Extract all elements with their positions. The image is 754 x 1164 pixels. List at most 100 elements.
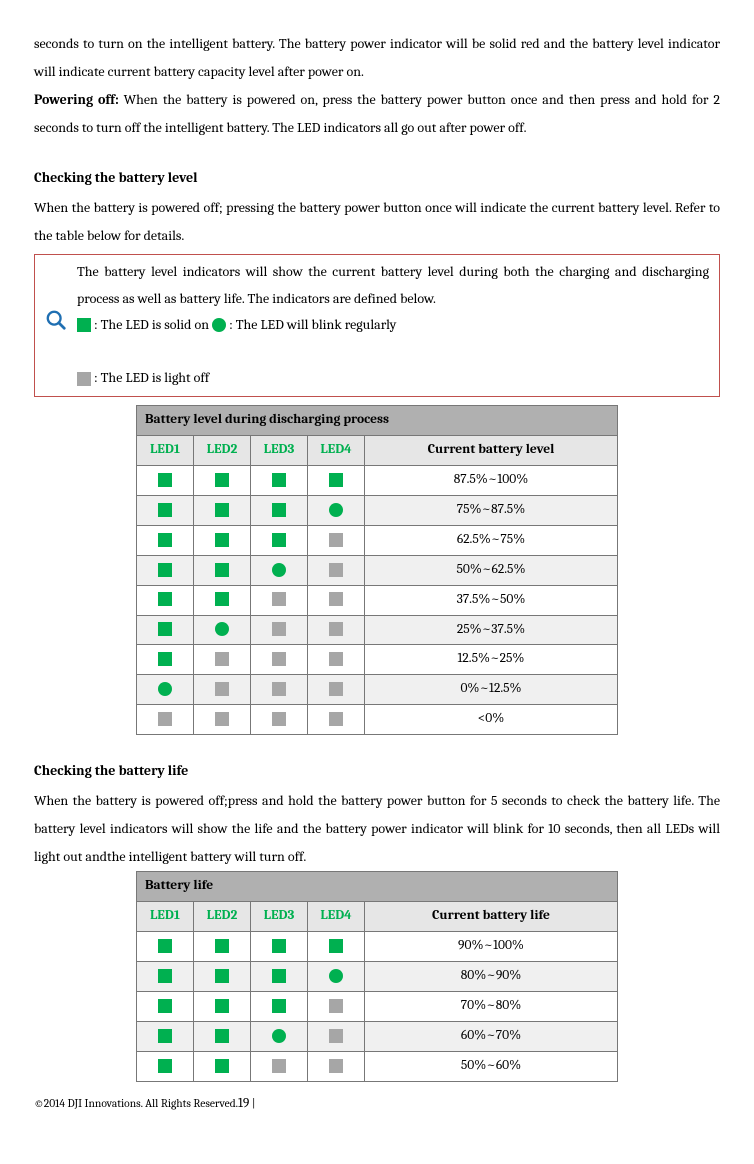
- led-cell: [137, 555, 194, 585]
- led-off-icon: [158, 712, 172, 726]
- led-off-icon: [329, 622, 343, 636]
- led-cell: [308, 615, 365, 645]
- led-cell: [308, 555, 365, 585]
- powering-off-label: Powering off:: [34, 91, 119, 108]
- led-off-icon: [272, 652, 286, 666]
- led-blink-icon: [215, 622, 229, 636]
- indicator-definition-text: The battery level indicators will show t…: [77, 259, 709, 392]
- table-row: 60%~70%: [137, 1021, 618, 1051]
- led-off-icon: [272, 622, 286, 636]
- led-blink-text: : The LED will blink regularly: [229, 312, 396, 339]
- led-cell: [308, 1051, 365, 1081]
- table-row: 75%~87.5%: [137, 495, 618, 525]
- section-checking-life-body: When the battery is powered off;press an…: [34, 787, 720, 871]
- led-solid-icon: [272, 969, 286, 983]
- led-off-icon: [272, 592, 286, 606]
- table-row: 87.5%~100%: [137, 465, 618, 495]
- led-cell: [251, 555, 308, 585]
- led-solid-icon: [158, 1059, 172, 1073]
- magnifier-icon: [45, 309, 67, 341]
- led-solid-icon: [158, 563, 172, 577]
- led-cell: [251, 1051, 308, 1081]
- table2-h-led3: LED3: [251, 902, 308, 932]
- footer-page: 19: [238, 1096, 249, 1111]
- level-cell: 0%~12.5%: [365, 675, 618, 705]
- led-blink-icon: [158, 682, 172, 696]
- level-cell: 90%~100%: [365, 932, 618, 962]
- led-off-icon: [329, 533, 343, 547]
- led-cell: [251, 585, 308, 615]
- led-solid-icon: [215, 533, 229, 547]
- table-row: 12.5%~25%: [137, 645, 618, 675]
- led-cell: [137, 992, 194, 1022]
- table1-h-led2: LED2: [194, 435, 251, 465]
- level-cell: 12.5%~25%: [365, 645, 618, 675]
- led-cell: [137, 645, 194, 675]
- led-cell: [251, 645, 308, 675]
- led-cell: [137, 1051, 194, 1081]
- led-cell: [194, 992, 251, 1022]
- table1-h-led1: LED1: [137, 435, 194, 465]
- table-row: 70%~80%: [137, 992, 618, 1022]
- footer-sep: |: [249, 1097, 255, 1110]
- led-off-icon: [329, 999, 343, 1013]
- led-solid-icon: [158, 1029, 172, 1043]
- led-cell: [251, 992, 308, 1022]
- level-cell: 80%~90%: [365, 962, 618, 992]
- led-cell: [194, 645, 251, 675]
- led-cell: [251, 675, 308, 705]
- section-checking-level-title: Checking the battery level: [34, 164, 720, 192]
- led-blink-icon: [212, 318, 226, 332]
- table-row: 62.5%~75%: [137, 525, 618, 555]
- level-cell: 75%~87.5%: [365, 495, 618, 525]
- led-cell: [308, 525, 365, 555]
- led-cell: [251, 1021, 308, 1051]
- table-row: 50%~60%: [137, 1051, 618, 1081]
- led-cell: [251, 962, 308, 992]
- table-row: 25%~37.5%: [137, 615, 618, 645]
- led-cell: [137, 525, 194, 555]
- led-off-icon: [329, 682, 343, 696]
- led-cell: [194, 1021, 251, 1051]
- led-cell: [194, 932, 251, 962]
- led-blink-icon: [272, 563, 286, 577]
- led-solid-text: : The LED is solid on: [94, 312, 209, 339]
- led-cell: [251, 465, 308, 495]
- led-cell: [251, 615, 308, 645]
- led-solid-icon: [215, 503, 229, 517]
- table1-h-led4: LED4: [308, 435, 365, 465]
- table-row: <0%: [137, 705, 618, 735]
- led-cell: [194, 525, 251, 555]
- led-off-text: : The LED is light off: [94, 365, 209, 392]
- led-cell: [137, 932, 194, 962]
- led-cell: [137, 465, 194, 495]
- level-cell: <0%: [365, 705, 618, 735]
- table1-h-led3: LED3: [251, 435, 308, 465]
- led-solid-icon: [158, 652, 172, 666]
- battery-life-table: Battery life LED1 LED2 LED3 LED4 Current…: [136, 871, 618, 1082]
- table2-h-led2: LED2: [194, 902, 251, 932]
- table2-h-level: Current battery life: [365, 902, 618, 932]
- led-blink-icon: [329, 969, 343, 983]
- level-cell: 62.5%~75%: [365, 525, 618, 555]
- table2-h-led1: LED1: [137, 902, 194, 932]
- led-solid-icon: [158, 473, 172, 487]
- table1-title: Battery level during discharging process: [137, 405, 618, 435]
- led-cell: [251, 932, 308, 962]
- table-row: 80%~90%: [137, 962, 618, 992]
- level-cell: 50%~62.5%: [365, 555, 618, 585]
- intro-paragraph-1: seconds to turn on the intelligent batte…: [34, 30, 720, 86]
- led-cell: [194, 705, 251, 735]
- led-solid-icon: [215, 473, 229, 487]
- level-cell: 70%~80%: [365, 992, 618, 1022]
- led-cell: [194, 675, 251, 705]
- indicator-definition-box: The battery level indicators will show t…: [34, 254, 720, 397]
- led-solid-icon: [215, 563, 229, 577]
- led-cell: [194, 615, 251, 645]
- led-solid-icon: [329, 473, 343, 487]
- footer: ©2014 DJI Innovations. All Rights Reserv…: [34, 1096, 720, 1112]
- led-cell: [137, 705, 194, 735]
- led-cell: [308, 495, 365, 525]
- level-cell: 60%~70%: [365, 1021, 618, 1051]
- led-solid-icon: [158, 622, 172, 636]
